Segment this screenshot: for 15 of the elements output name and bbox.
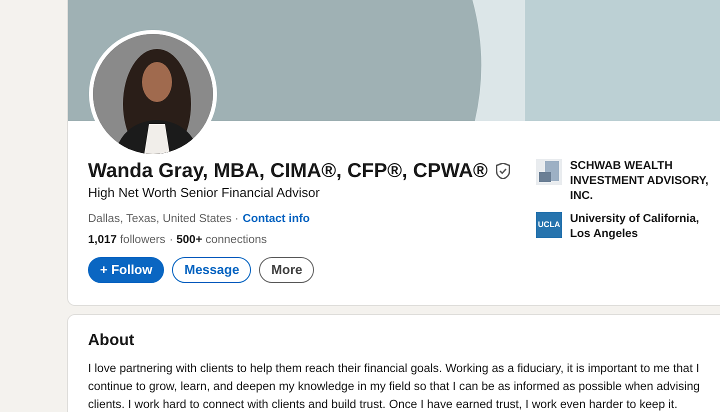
connection-count: · 500+ connections — [169, 232, 267, 248]
school-name[interactable]: University of California, Los Angeles — [570, 212, 716, 242]
location: Dallas, Texas, United States · — [88, 212, 239, 226]
more-button[interactable]: More — [259, 257, 314, 284]
company-name[interactable]: SCHWAB WEALTH INVESTMENT ADVISORY, INC. — [570, 159, 716, 204]
follower-count: 1,017 followers — [88, 232, 166, 248]
headline: High Net Worth Senior Financial Advisor — [88, 184, 321, 202]
company-logo-icon — [536, 159, 562, 185]
message-button[interactable]: Message — [172, 257, 252, 284]
contact-info-link[interactable]: Contact info — [242, 210, 310, 228]
profile-name: Wanda Gray, MBA, CIMA®, CFP®, CPWA® — [88, 159, 488, 183]
section-title: About — [88, 331, 136, 351]
follow-button[interactable]: + Follow — [88, 257, 164, 284]
about-text: I love partnering with clients to help them reach their financial goals. Working as a fiduciary, it is important to me that I continue to grow, learn, and deepen my knowledge in my field so that I can be as informed as possible when advising clients. I work hard to connect with clients and build trust. Once I have earned trust, I work even harder to keep it. — [88, 360, 701, 412]
school-logo: UCLA — [536, 212, 562, 238]
